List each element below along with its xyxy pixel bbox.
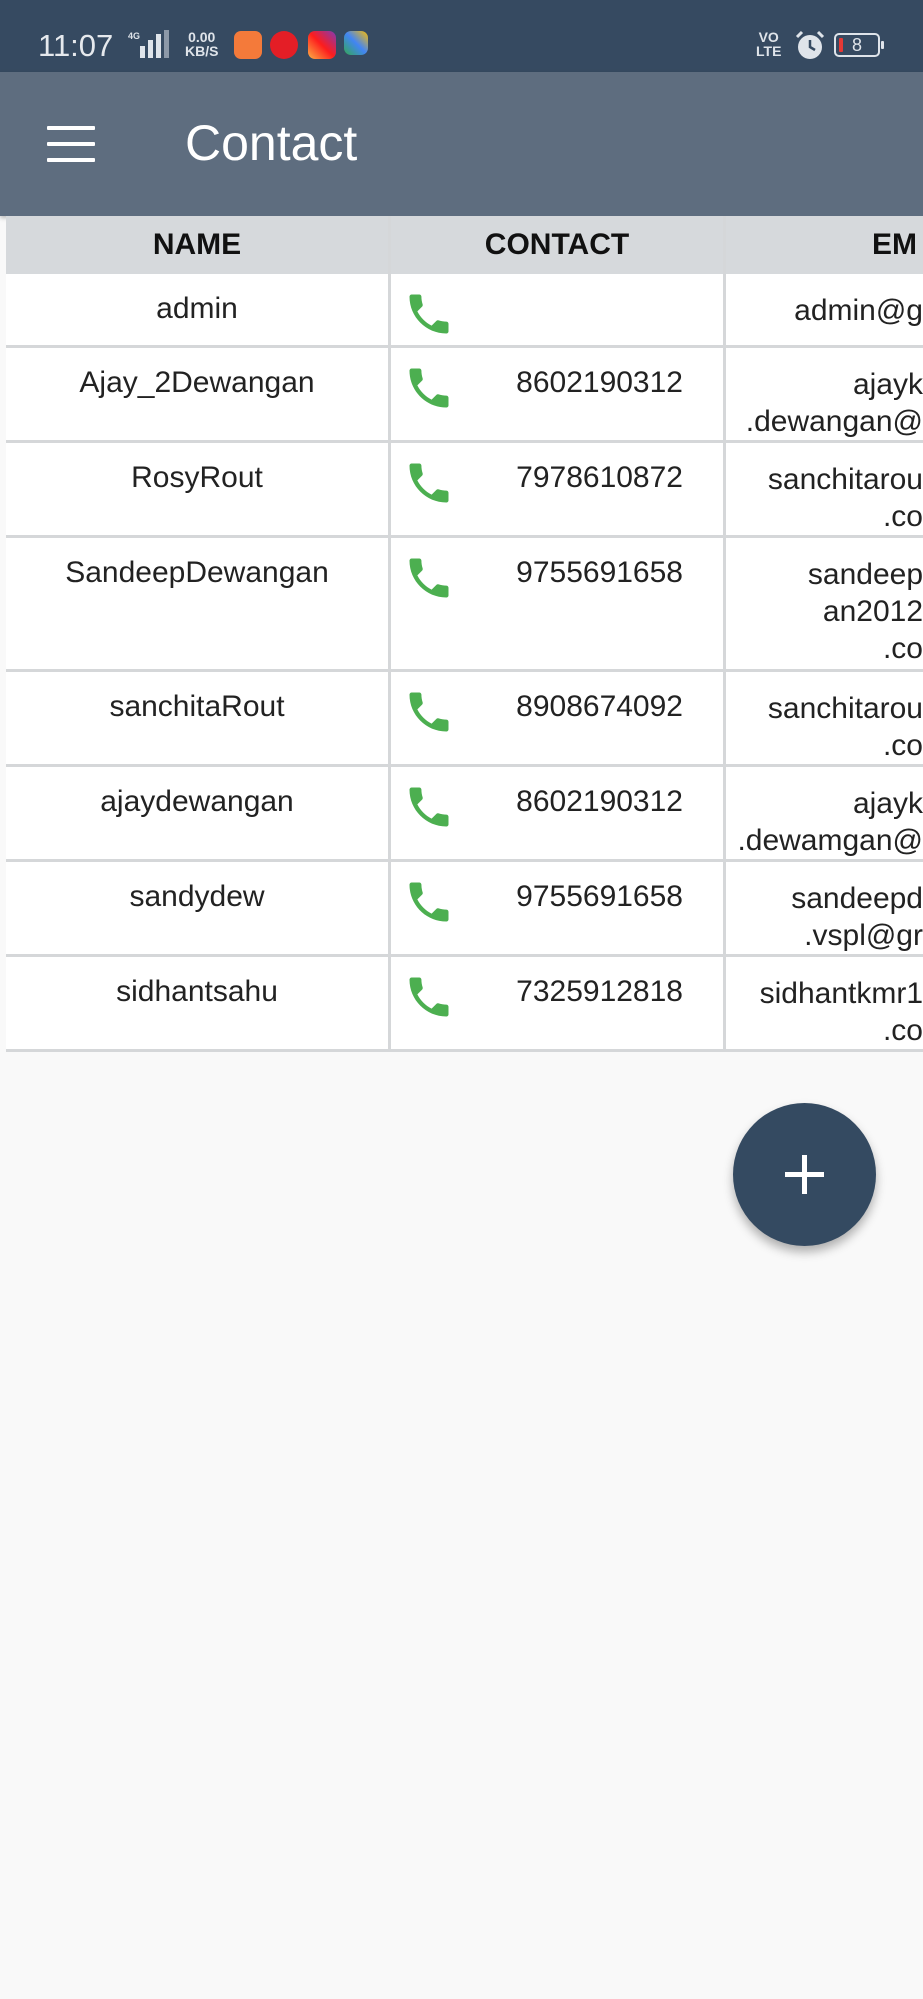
status-bar: 11:07 4G 0.00 KB/S VO LTE 8 xyxy=(0,0,923,72)
contact-cell xyxy=(391,274,726,345)
email-cell: admin@g xyxy=(726,274,923,345)
instagram-app-icon xyxy=(308,31,336,59)
contact-email: sandeep an2012 .co xyxy=(807,558,923,665)
contact-cell: 7325912818 xyxy=(391,957,726,1049)
phone-call-icon[interactable] xyxy=(403,362,455,414)
puzzle-app-icon xyxy=(344,31,368,55)
email-cell: sidhantkmr1 .co xyxy=(726,957,923,1049)
contact-number: 9755691658 xyxy=(516,556,683,589)
contact-number: 7978610872 xyxy=(516,461,683,494)
volte-bottom: LTE xyxy=(756,43,782,59)
name-cell: RosyRout xyxy=(6,443,391,535)
svg-text:4G: 4G xyxy=(128,31,140,41)
name-cell: sandydew xyxy=(6,862,391,954)
contact-email: sanchitarou .co xyxy=(767,463,923,533)
contact-cell: 8908674092 xyxy=(391,672,726,764)
contact-email: ajayk .dewamgan@ xyxy=(737,787,923,857)
name-cell: admin xyxy=(6,274,391,345)
contacts-table: NAME CONTACT EM admin admin@g Ajay_2Dewang… xyxy=(6,216,923,1060)
name-cell: SandeepDewangan xyxy=(6,538,391,669)
volte-top: VO xyxy=(758,29,779,45)
contact-name: sanchitaRout xyxy=(109,690,285,723)
email-cell: ajayk .dewamgan@ xyxy=(726,767,923,859)
name-cell: sanchitaRout xyxy=(6,672,391,764)
table-row[interactable]: admin admin@g xyxy=(6,274,923,348)
contact-cell: 8602190312 xyxy=(391,767,726,859)
table-row[interactable]: Ajay_2Dewangan 8602190312 ajayk .dewangan@ xyxy=(6,348,923,443)
contact-email: sandeepd .vspl@gr xyxy=(791,882,923,952)
add-contact-button[interactable] xyxy=(733,1103,876,1246)
phone-call-icon[interactable] xyxy=(403,781,455,833)
name-cell: Ajay_2Dewangan xyxy=(6,348,391,440)
contact-name: SandeepDewangan xyxy=(65,556,329,589)
volte-indicator: VO LTE xyxy=(756,30,781,58)
contact-cell: 9755691658 xyxy=(391,862,726,954)
contact-number: 7325912818 xyxy=(516,975,683,1008)
contact-cell: 7978610872 xyxy=(391,443,726,535)
phone-call-icon[interactable] xyxy=(403,876,455,928)
contact-name: RosyRout xyxy=(131,461,263,494)
column-header-email[interactable]: EM xyxy=(726,216,923,274)
contact-number: 8908674092 xyxy=(516,690,683,723)
battery-icon: 8 xyxy=(834,33,884,57)
speed-value: 0.00 xyxy=(188,29,216,45)
name-cell: sidhantsahu xyxy=(6,957,391,1049)
table-row[interactable]: SandeepDewangan 9755691658 sandeep an2012 … xyxy=(6,538,923,672)
phone-call-icon[interactable] xyxy=(403,971,455,1023)
contact-number: 8602190312 xyxy=(516,785,683,818)
heart-app-icon xyxy=(234,31,262,59)
table-row[interactable]: sidhantsahu 7325912818 sidhantkmr1 .co xyxy=(6,957,923,1052)
contact-name: admin xyxy=(156,292,238,325)
table-row[interactable]: sanchitaRout 8908674092 sanchitarou .co xyxy=(6,672,923,767)
contact-email: sanchitarou .co xyxy=(767,692,923,762)
contact-name: Ajay_2Dewangan xyxy=(79,366,315,399)
contact-email: sidhantkmr1 .co xyxy=(759,977,923,1047)
contact-number: 9755691658 xyxy=(516,880,683,913)
column-header-contact[interactable]: CONTACT xyxy=(391,216,726,274)
table-row[interactable]: sandydew 9755691658 sandeepd .vspl@gr xyxy=(6,862,923,957)
contact-name: ajaydewangan xyxy=(100,785,294,818)
phone-call-icon[interactable] xyxy=(403,686,455,738)
hamburger-menu-icon[interactable] xyxy=(36,116,106,172)
email-cell: sandeep an2012 .co xyxy=(726,538,923,669)
email-cell: sanchitarou .co xyxy=(726,443,923,535)
email-cell: ajayk .dewangan@ xyxy=(726,348,923,440)
network-speed: 0.00 KB/S xyxy=(185,30,218,58)
contact-number: 8602190312 xyxy=(516,366,683,399)
table-row[interactable]: ajaydewangan 8602190312 ajayk .dewamgan@ xyxy=(6,767,923,862)
alarm-icon xyxy=(795,30,825,59)
phone-call-icon[interactable] xyxy=(403,457,455,509)
contact-name: sidhantsahu xyxy=(116,975,278,1008)
table-body: admin admin@g Ajay_2Dewangan 8602190312 ajay… xyxy=(6,274,923,1052)
phone-call-icon[interactable] xyxy=(403,552,455,604)
table-row[interactable]: RosyRout 7978610872 sanchitarou .co xyxy=(6,443,923,538)
contact-email: ajayk .dewangan@ xyxy=(745,368,923,438)
phone-call-icon[interactable] xyxy=(403,288,455,340)
column-header-name[interactable]: NAME xyxy=(6,216,391,274)
app-bar: Contact xyxy=(0,72,923,216)
contact-cell: 9755691658 xyxy=(391,538,726,669)
contact-cell: 8602190312 xyxy=(391,348,726,440)
page-title: Contact xyxy=(185,115,358,171)
contact-name: sandydew xyxy=(129,880,265,913)
table-header: NAME CONTACT EM xyxy=(6,216,923,274)
signal-icon: 4G xyxy=(128,30,169,58)
column-header-email-label: EM xyxy=(872,228,917,261)
email-cell: sanchitarou .co xyxy=(726,672,923,764)
status-time: 11:07 xyxy=(38,28,114,63)
contact-email: admin@g xyxy=(794,294,923,327)
email-cell: sandeepd .vspl@gr xyxy=(726,862,923,954)
speed-unit: KB/S xyxy=(185,43,219,59)
name-cell: ajaydewangan xyxy=(6,767,391,859)
airtel-app-icon xyxy=(270,31,298,59)
